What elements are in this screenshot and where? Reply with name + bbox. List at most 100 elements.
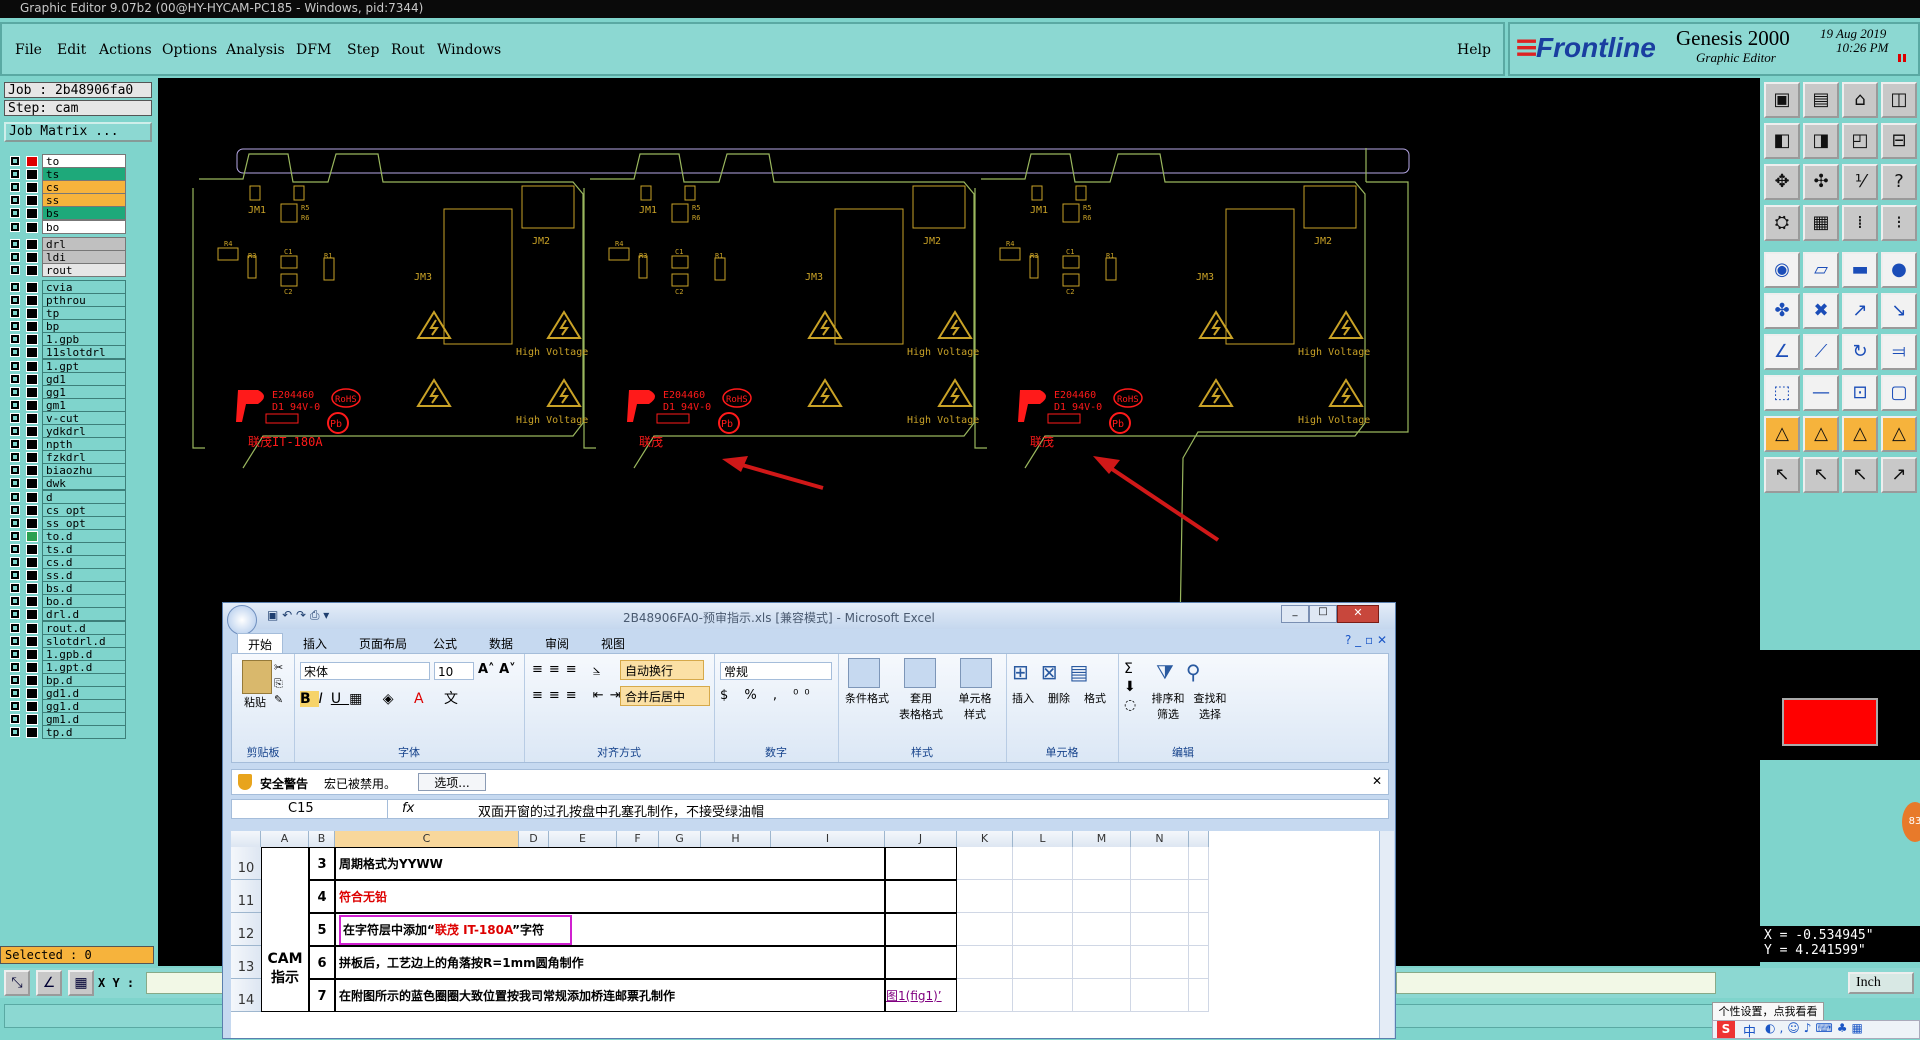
- tool-button-icon[interactable]: ⊡: [1842, 375, 1878, 411]
- layer-row[interactable]: cs_opt: [4, 502, 154, 517]
- tool-button-icon[interactable]: ⅟: [1842, 164, 1878, 200]
- layer-color-swatch[interactable]: [26, 169, 38, 181]
- layer-color-swatch[interactable]: [26, 543, 38, 555]
- tool-button-icon[interactable]: ↘: [1881, 293, 1917, 329]
- tool-button-icon[interactable]: △: [1764, 416, 1800, 452]
- layer-row[interactable]: cs.d: [4, 555, 154, 569]
- quick-access-icons[interactable]: ▣ ↶ ↷ ⎙ ▾: [267, 608, 329, 623]
- menu-edit[interactable]: Edit: [57, 42, 86, 58]
- layer-name[interactable]: tp.d: [42, 725, 126, 740]
- tool-button-icon[interactable]: ↖: [1764, 457, 1800, 493]
- layer-checkbox[interactable]: [10, 596, 20, 607]
- layer-color-swatch[interactable]: [26, 596, 38, 608]
- column-header[interactable]: E: [549, 831, 617, 847]
- layer-checkbox[interactable]: [10, 334, 20, 345]
- layer-color-swatch[interactable]: [26, 609, 38, 621]
- layer-row[interactable]: pthrou: [4, 293, 154, 307]
- layer-checkbox[interactable]: [10, 714, 20, 725]
- ribbon-tab[interactable]: 数据: [479, 633, 523, 654]
- conditional-format-icon[interactable]: [848, 658, 880, 688]
- layer-color-swatch[interactable]: [26, 386, 38, 398]
- layer-name[interactable]: cs.d: [42, 555, 126, 569]
- layer-name[interactable]: to: [42, 154, 126, 168]
- column-header[interactable]: A: [261, 831, 309, 847]
- layer-name[interactable]: slotdrl.d: [42, 633, 126, 648]
- menu-windows[interactable]: Windows: [437, 42, 501, 58]
- layer-color-swatch[interactable]: [26, 478, 38, 490]
- layer-checkbox[interactable]: [10, 295, 20, 305]
- layer-row[interactable]: tp.d: [4, 725, 154, 740]
- layer-color-swatch[interactable]: [26, 688, 38, 699]
- font-select[interactable]: 宋体: [300, 662, 430, 680]
- layer-row[interactable]: v-cut: [4, 410, 154, 425]
- layer-color-swatch[interactable]: [26, 264, 38, 276]
- layer-row[interactable]: 1.gpt: [4, 358, 154, 373]
- layer-color-swatch[interactable]: [26, 570, 38, 582]
- layer-checkbox[interactable]: [10, 727, 20, 738]
- layer-color-swatch[interactable]: [26, 674, 38, 686]
- measure-icon[interactable]: ∠: [36, 970, 62, 996]
- layer-name[interactable]: bs.d: [42, 581, 126, 596]
- maximize-icon[interactable]: □: [1309, 605, 1337, 623]
- tool-button-icon[interactable]: ↖: [1842, 457, 1878, 493]
- job-matrix-button[interactable]: Job Matrix ...: [4, 122, 152, 142]
- layer-color-swatch[interactable]: [26, 238, 38, 250]
- layer-checkbox[interactable]: [10, 504, 20, 515]
- tool-button-icon[interactable]: ⫤: [1881, 334, 1917, 370]
- layer-name[interactable]: cvia: [42, 279, 126, 294]
- layer-row[interactable]: ss: [4, 193, 154, 208]
- close-icon[interactable]: ✕: [1337, 605, 1379, 623]
- layer-color-swatch[interactable]: [26, 321, 38, 333]
- ribbon-tab[interactable]: 页面布局: [349, 633, 417, 654]
- layer-row[interactable]: cs: [4, 180, 154, 195]
- layer-color-swatch[interactable]: [26, 308, 38, 320]
- empty-cell[interactable]: [1131, 880, 1189, 913]
- tool-button-icon[interactable]: ◨: [1803, 123, 1839, 159]
- layer-color-swatch[interactable]: [26, 334, 38, 346]
- cell-style-button[interactable]: 单元格 样式: [948, 690, 1002, 722]
- worksheet-grid[interactable]: A B C D E F G H I J K L M N 10 3 周期格式为YYWW 11 4 符合无铅 12 5 在字符层…: [231, 831, 1379, 1038]
- layer-name[interactable]: gm1.d: [42, 712, 126, 727]
- row-header[interactable]: 13: [231, 946, 261, 979]
- ime-toolbar[interactable]: S 中 ◐,☺♪⌨♣▦: [1712, 1020, 1920, 1040]
- layer-row[interactable]: gm1: [4, 397, 154, 412]
- cell-index[interactable]: 5: [309, 913, 335, 946]
- layer-checkbox[interactable]: [10, 360, 20, 371]
- layer-name[interactable]: npth: [42, 437, 126, 452]
- cell-link[interactable]: [885, 946, 957, 979]
- cut-copy-icons[interactable]: ✂ ⎘ ✎: [274, 660, 283, 708]
- overview-board-thumbnail[interactable]: [1782, 698, 1878, 746]
- tool-button-icon[interactable]: ◧: [1764, 123, 1800, 159]
- layer-color-swatch[interactable]: [26, 195, 38, 207]
- layer-color-swatch[interactable]: [26, 635, 38, 647]
- layer-color-swatch[interactable]: [26, 182, 38, 194]
- layer-color-swatch[interactable]: [26, 412, 38, 424]
- layer-checkbox[interactable]: [10, 491, 20, 502]
- layer-row[interactable]: gm1.d: [4, 712, 154, 727]
- sum-fill-clear-icons[interactable]: Σ ⬇ ◌: [1124, 660, 1136, 714]
- column-header[interactable]: K: [957, 831, 1013, 847]
- layer-name[interactable]: tp: [42, 306, 126, 321]
- tool-button-icon[interactable]: ✖: [1803, 293, 1839, 329]
- menu-file[interactable]: File: [15, 42, 42, 58]
- layer-name[interactable]: ss.d: [42, 568, 126, 583]
- layer-checkbox[interactable]: [10, 308, 20, 319]
- cell-index[interactable]: 3: [309, 847, 335, 880]
- cell-instruction[interactable]: 符合无铅: [335, 880, 885, 913]
- layer-color-swatch[interactable]: [26, 208, 38, 220]
- layer-row[interactable]: ss_opt: [4, 515, 154, 530]
- layer-name[interactable]: v-cut: [42, 410, 126, 425]
- column-header[interactable]: N: [1131, 831, 1189, 847]
- menu-actions[interactable]: Actions: [99, 42, 152, 58]
- layer-checkbox[interactable]: [10, 674, 20, 685]
- layer-row[interactable]: biaozhu: [4, 463, 154, 478]
- cell-link[interactable]: [885, 880, 957, 913]
- layer-name[interactable]: drl: [42, 236, 126, 251]
- column-header[interactable]: J: [885, 831, 957, 847]
- tool-button-icon[interactable]: △: [1881, 416, 1917, 452]
- paste-button[interactable]: 粘贴: [244, 694, 266, 710]
- empty-cell[interactable]: [1073, 847, 1131, 880]
- layer-row[interactable]: slotdrl.d: [4, 633, 154, 648]
- column-header[interactable]: [1189, 831, 1209, 847]
- layer-row[interactable]: to.d: [4, 528, 154, 543]
